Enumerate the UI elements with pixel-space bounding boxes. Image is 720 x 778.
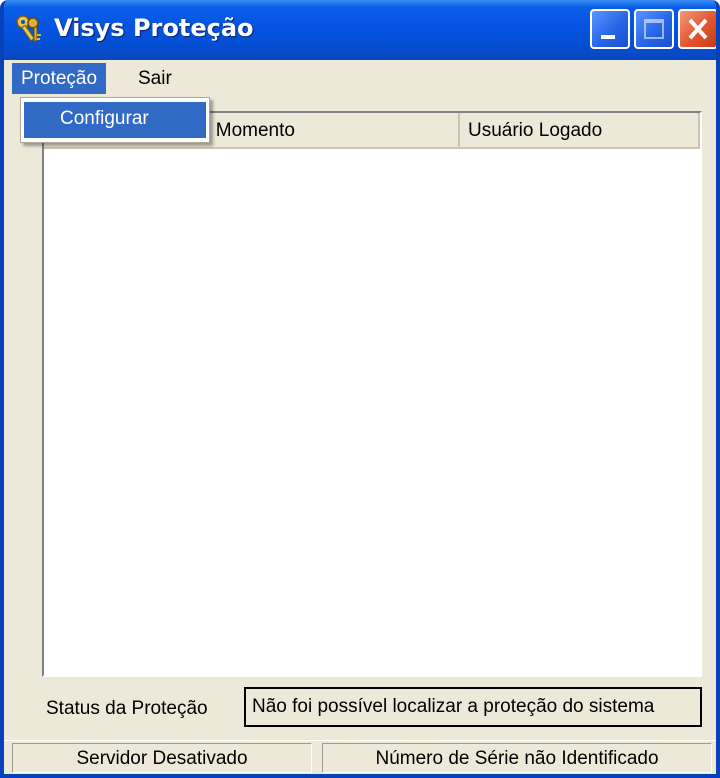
close-icon — [680, 11, 716, 47]
title-bar[interactable]: Visys Proteção — [4, 0, 716, 60]
keys-icon — [14, 14, 44, 44]
minimize-button[interactable] — [590, 9, 630, 49]
sessions-list[interactable]: as no Momento Usuário Logado — [42, 111, 702, 677]
window-title: Visys Proteção — [54, 14, 254, 42]
app-window: Visys Proteção Proteção Sair as no Momen… — [0, 0, 720, 778]
status-bar: Servidor Desativado Número de Série não … — [4, 740, 716, 774]
statusbar-server-state: Servidor Desativado — [12, 743, 312, 773]
minimize-icon — [601, 35, 615, 39]
maximize-icon — [644, 19, 664, 39]
statusbar-serial-number: Número de Série não Identificado — [322, 743, 712, 773]
protecao-dropdown-menu: Configurar — [20, 97, 210, 143]
maximize-button[interactable] — [634, 9, 674, 49]
menu-bar: Proteção Sair — [4, 60, 716, 97]
menu-sair[interactable]: Sair — [129, 63, 181, 94]
menu-protecao[interactable]: Proteção — [12, 63, 107, 94]
close-button[interactable] — [678, 9, 716, 49]
status-label: Status da Proteção — [46, 698, 208, 719]
column-header-user[interactable]: Usuário Logado — [460, 113, 700, 149]
status-value-field: Não foi possível localizar a proteção do… — [244, 687, 702, 727]
menu-item-configurar[interactable]: Configurar — [24, 102, 206, 138]
